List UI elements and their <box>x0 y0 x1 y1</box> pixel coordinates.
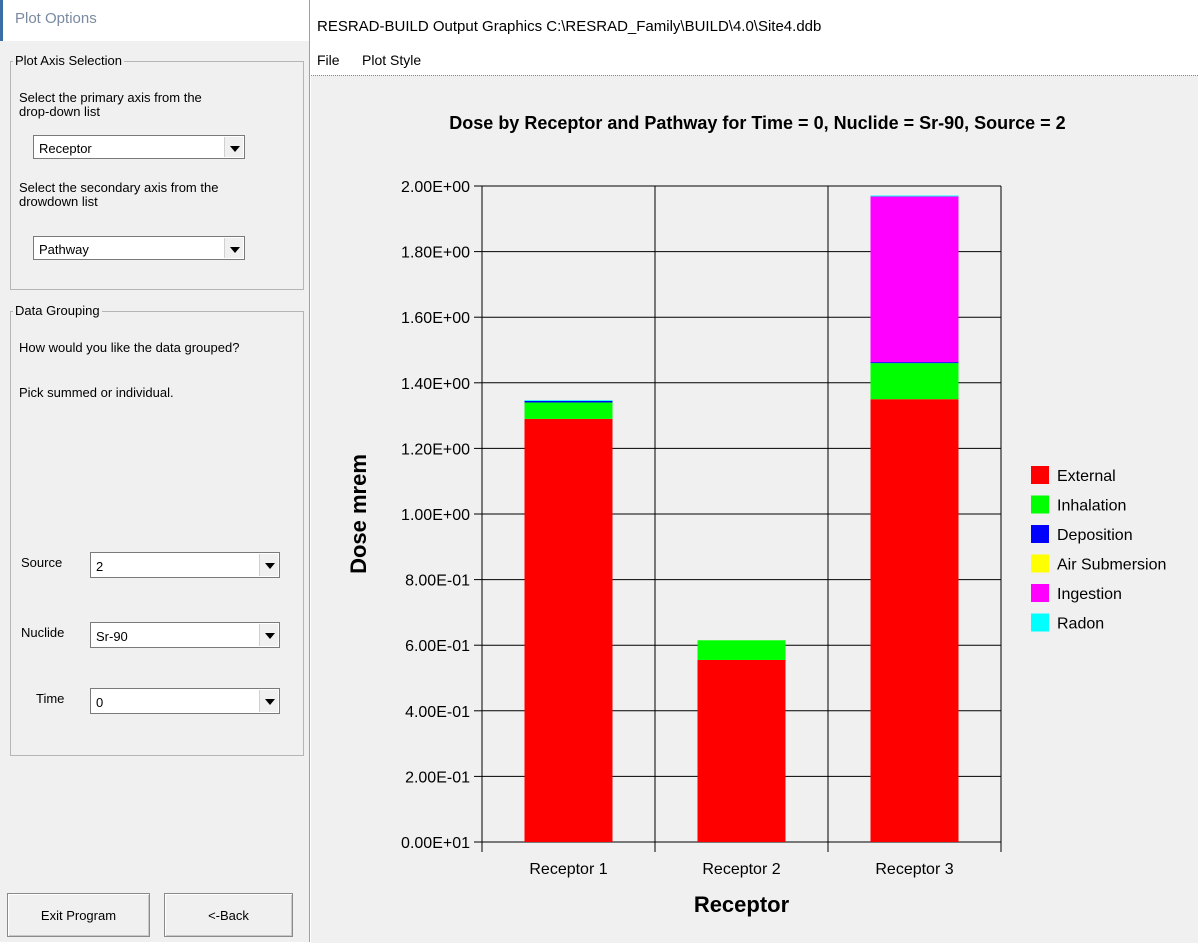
group-caption: Data Grouping <box>13 303 102 319</box>
chevron-down-icon[interactable] <box>259 690 278 712</box>
legend-label: Deposition <box>1057 527 1133 544</box>
bar-segment-inhalation <box>697 640 786 660</box>
chevron-down-icon[interactable] <box>224 238 243 258</box>
x-tick-label: Receptor 2 <box>702 861 780 878</box>
y-tick-label: 8.00E-01 <box>405 573 470 590</box>
exit-program-button[interactable]: Exit Program <box>7 893 150 937</box>
y-tick-label: 1.40E+00 <box>401 376 470 393</box>
legend-swatch <box>1031 525 1049 543</box>
chevron-down-icon[interactable] <box>259 624 278 646</box>
plot-area: Dose by Receptor and Pathway for Time = … <box>311 75 1198 943</box>
secondary-axis-value: Pathway <box>39 242 89 257</box>
legend-swatch <box>1031 495 1049 514</box>
bar-segment-ingestion <box>870 196 959 363</box>
nuclide-value: Sr-90 <box>96 629 128 644</box>
legend-label: Inhalation <box>1057 498 1126 515</box>
source-dropdown[interactable]: 2 <box>90 552 280 578</box>
chevron-down-icon[interactable] <box>224 137 243 157</box>
output-graphics-window: RESRAD-BUILD Output Graphics C:\RESRAD_F… <box>311 0 1198 943</box>
bar-segment-deposition <box>870 362 959 364</box>
time-value: 0 <box>96 695 104 710</box>
x-axis-label: Receptor <box>694 892 790 917</box>
bar-segment-radon <box>524 400 613 401</box>
panel-title: Plot Options <box>0 0 309 41</box>
secondary-axis-dropdown[interactable]: Pathway <box>33 236 245 260</box>
group-caption: Plot Axis Selection <box>13 53 124 69</box>
dose-chart: Dose by Receptor and Pathway for Time = … <box>346 113 1166 917</box>
primary-axis-dropdown[interactable]: Receptor <box>33 135 245 159</box>
legend-swatch <box>1031 613 1049 632</box>
source-value: 2 <box>96 559 104 574</box>
bar-segment-inhalation <box>870 363 959 400</box>
y-tick-label: 1.80E+00 <box>401 245 470 262</box>
primary-axis-value: Receptor <box>39 141 92 156</box>
nuclide-dropdown[interactable]: Sr-90 <box>90 622 280 648</box>
secondary-axis-prompt-line1: Select the secondary axis from the <box>19 180 219 195</box>
legend-label: Ingestion <box>1057 586 1122 603</box>
y-tick-label: 1.20E+00 <box>401 441 470 458</box>
bar-segment-deposition <box>524 400 613 403</box>
x-tick-label: Receptor 1 <box>529 861 607 878</box>
source-label: Source <box>21 555 63 570</box>
legend-swatch <box>1031 584 1049 602</box>
legend-swatch <box>1031 466 1049 484</box>
legend-label: Radon <box>1057 616 1104 633</box>
legend-label: Air Submersion <box>1057 557 1166 574</box>
chart-title: Dose by Receptor and Pathway for Time = … <box>449 113 1065 133</box>
legend-label: External <box>1057 468 1116 485</box>
time-label: Time <box>36 691 65 706</box>
nuclide-label: Nuclide <box>21 625 65 640</box>
back-button[interactable]: <-Back <box>164 893 293 937</box>
menu-bar: File Plot Style <box>311 50 1198 74</box>
y-axis-label: Dose mrem <box>346 454 371 574</box>
y-tick-label: 1.00E+00 <box>401 507 470 524</box>
menu-file[interactable]: File <box>317 52 340 68</box>
window-title: RESRAD-BUILD Output Graphics C:\RESRAD_F… <box>317 18 822 35</box>
secondary-axis-prompt-line2: drowdown list <box>19 194 98 209</box>
grouping-question: How would you like the data grouped? <box>19 340 240 355</box>
menu-plot-style[interactable]: Plot Style <box>362 52 421 68</box>
x-tick-label: Receptor 3 <box>875 861 953 878</box>
y-tick-label: 0.00E+01 <box>401 835 470 852</box>
legend-swatch <box>1031 554 1049 573</box>
y-tick-label: 1.60E+00 <box>401 310 470 327</box>
bar-segment-external <box>870 399 959 842</box>
plot-axis-selection-group: Plot Axis Selection Select the primary a… <box>10 53 304 290</box>
grouping-hint: Pick summed or individual. <box>19 385 174 400</box>
bar-segment-inhalation <box>524 402 613 419</box>
y-tick-label: 6.00E-01 <box>405 638 470 655</box>
plot-options-panel: Plot Options Plot Axis Selection Select … <box>0 0 310 942</box>
bar-segment-external <box>524 418 613 842</box>
time-dropdown[interactable]: 0 <box>90 688 280 714</box>
data-grouping-group: Data Grouping How would you like the dat… <box>10 303 304 756</box>
primary-axis-prompt-line1: Select the primary axis from the <box>19 90 202 105</box>
primary-axis-prompt-line2: drop-down list <box>19 104 100 119</box>
y-tick-label: 2.00E-01 <box>405 769 470 786</box>
y-tick-label: 2.00E+00 <box>401 179 470 196</box>
y-tick-label: 4.00E-01 <box>405 704 470 721</box>
bar-segment-external <box>697 659 786 842</box>
chevron-down-icon[interactable] <box>259 554 278 576</box>
bar-segment-radon <box>870 195 959 197</box>
